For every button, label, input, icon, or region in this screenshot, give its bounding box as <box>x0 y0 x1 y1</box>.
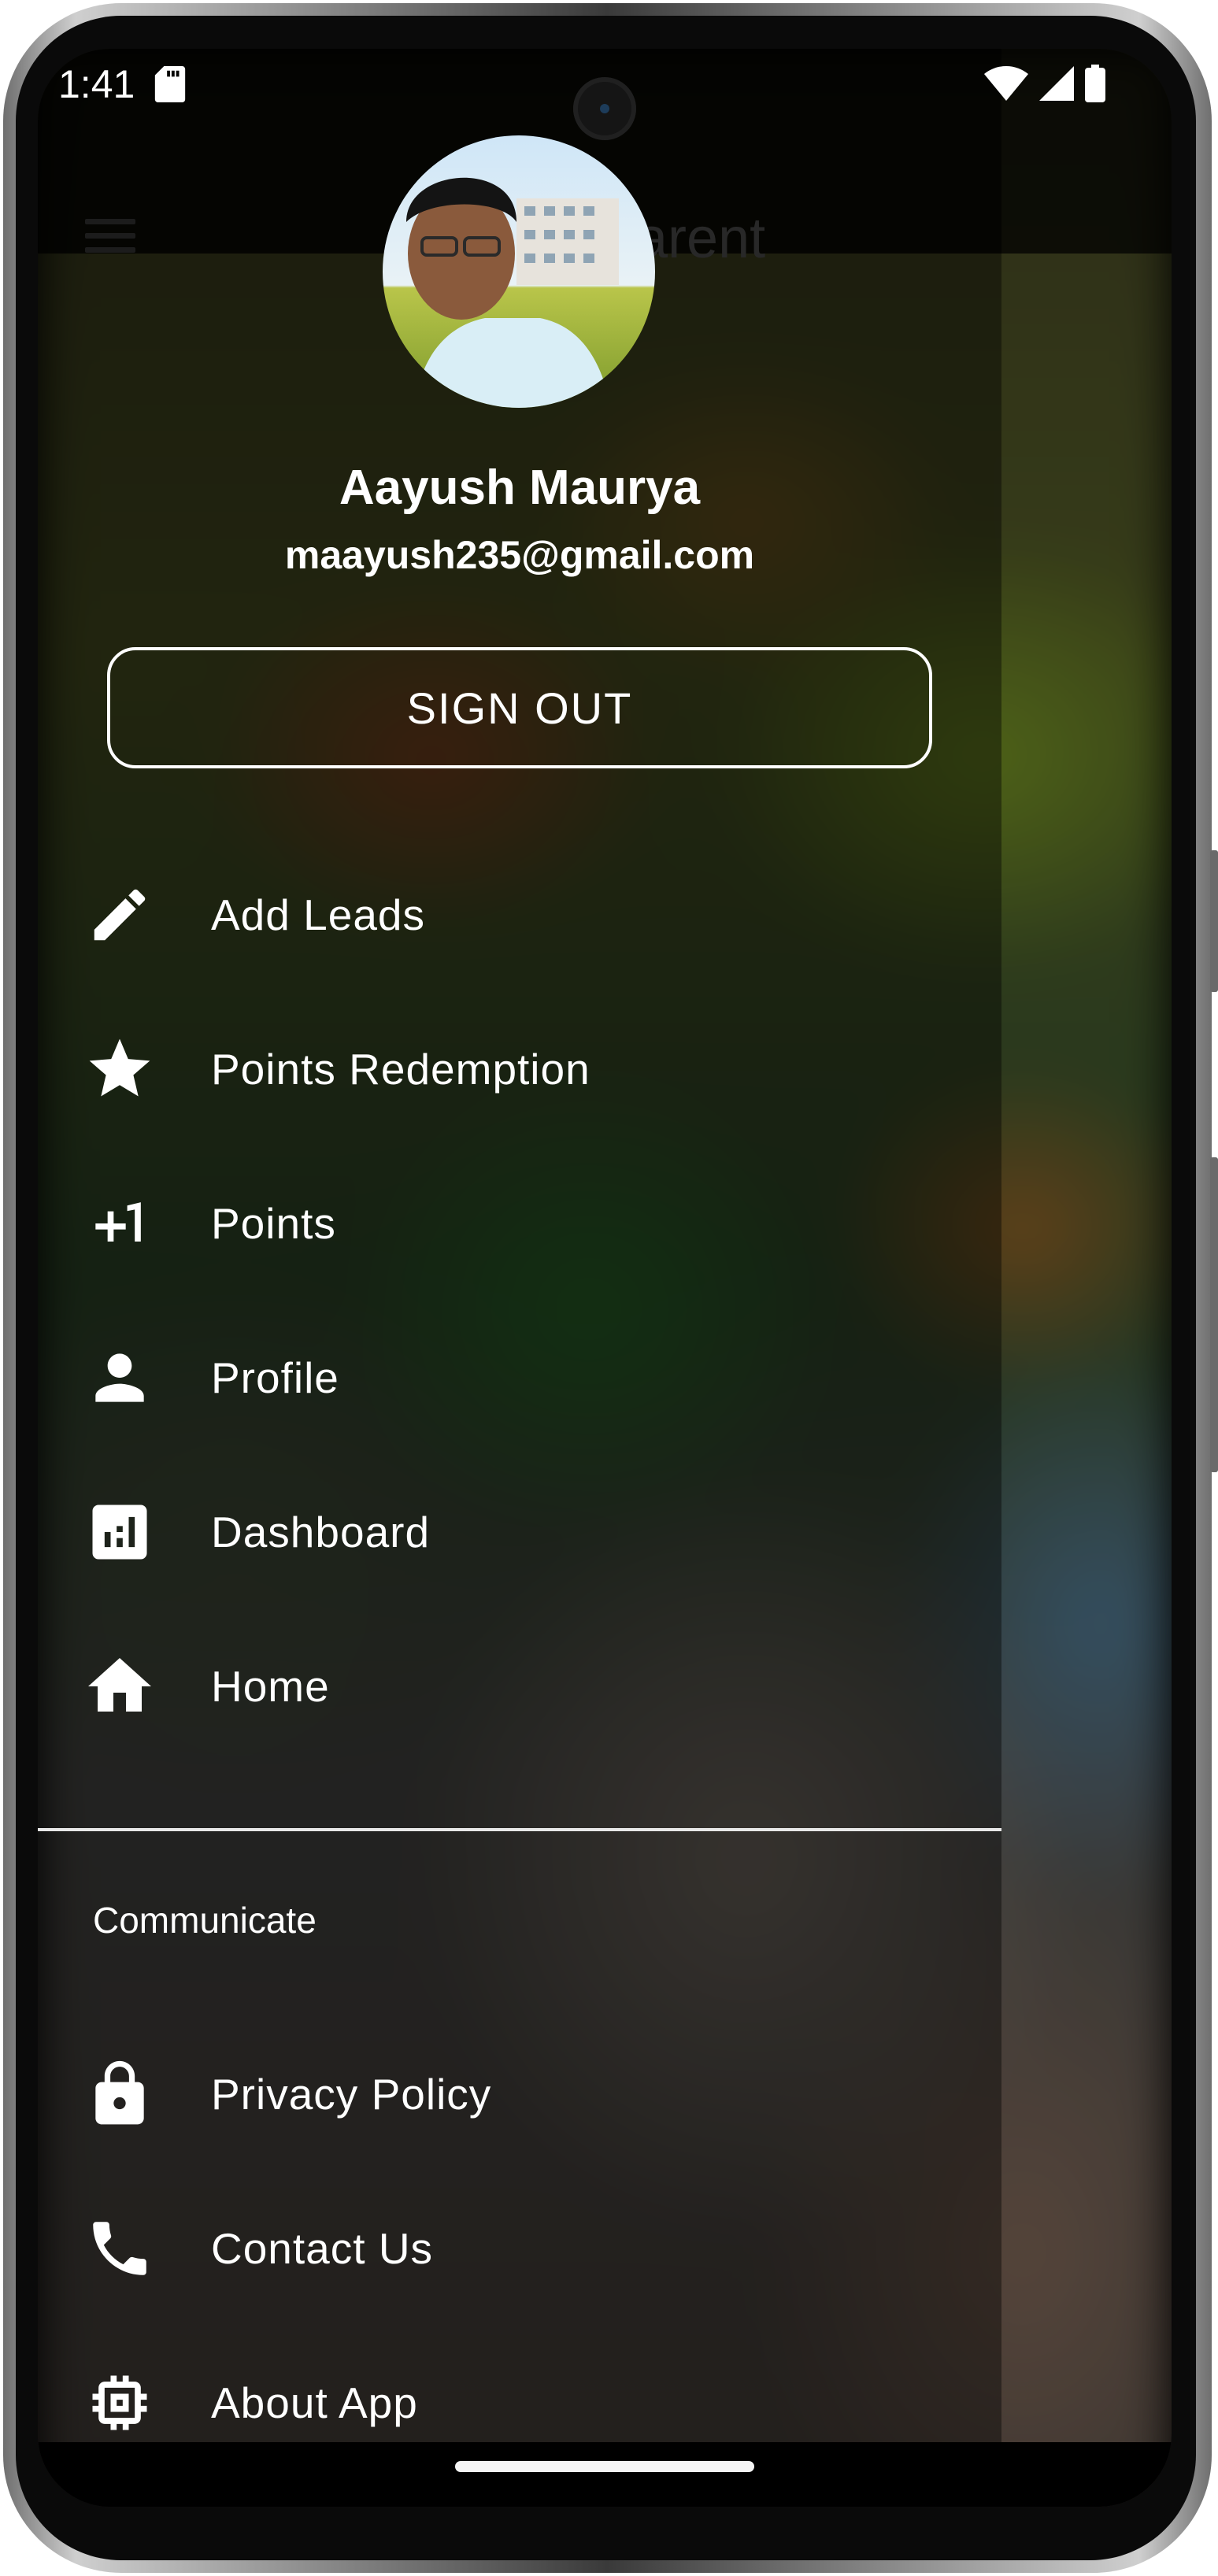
menu-item-add-leads[interactable]: Add Leads <box>38 852 1001 978</box>
section-title-communicate: Communicate <box>93 1900 317 1941</box>
screen: arent <box>38 49 1172 2507</box>
menu-item-label: Profile <box>211 1353 339 1402</box>
person-icon <box>82 1340 157 1416</box>
power-button <box>1210 1157 1218 1472</box>
sd-card-icon <box>154 66 186 106</box>
plus-one-icon <box>82 1186 157 1261</box>
sign-out-button[interactable]: SIGN OUT <box>107 647 932 768</box>
menu-item-label: Home <box>211 1662 330 1711</box>
menu-item-home[interactable]: Home <box>38 1623 1001 1749</box>
wifi-icon <box>984 66 1028 105</box>
front-camera <box>573 77 636 140</box>
menu-item-points[interactable]: Points <box>38 1160 1001 1286</box>
status-bar: 1:41 <box>38 49 1172 143</box>
menu-item-label: Privacy Policy <box>211 2070 492 2119</box>
lock-icon <box>82 2056 157 2132</box>
menu-item-profile[interactable]: Profile <box>38 1315 1001 1441</box>
phone-icon <box>82 2211 157 2286</box>
pencil-icon <box>82 877 157 953</box>
menu-item-label: Add Leads <box>211 890 425 939</box>
star-icon <box>82 1031 157 1107</box>
navigation-drawer: Aayush Maurya maayush235@gmail.com SIGN … <box>38 49 1001 2507</box>
navigation-bar <box>38 2442 1172 2507</box>
menu-item-label: About App <box>211 2378 418 2427</box>
divider <box>38 1828 1001 1831</box>
menu-item-privacy-policy[interactable]: Privacy Policy <box>38 2031 1001 2157</box>
home-gesture-handle[interactable] <box>455 2461 754 2472</box>
chip-icon <box>82 2365 157 2441</box>
menu-item-label: Dashboard <box>211 1508 431 1556</box>
battery-icon <box>1085 65 1105 106</box>
phone-frame: arent <box>0 0 1218 2576</box>
dashboard-icon <box>82 1494 157 1570</box>
user-name: Aayush Maurya <box>339 461 701 515</box>
home-icon <box>82 1649 157 1724</box>
scrim[interactable] <box>1001 254 1172 2489</box>
cellular-signal-icon <box>1039 66 1074 105</box>
menu-item-label: Points Redemption <box>211 1045 590 1094</box>
menu-item-label: Contact Us <box>211 2224 434 2273</box>
volume-button <box>1210 850 1218 992</box>
menu-item-label: Points <box>211 1199 336 1248</box>
menu-item-contact-us[interactable]: Contact Us <box>38 2186 1001 2311</box>
status-icons <box>984 65 1105 106</box>
menu-item-dashboard[interactable]: Dashboard <box>38 1469 1001 1595</box>
status-time: 1:41 <box>58 62 135 106</box>
user-email: maayush235@gmail.com <box>284 533 755 577</box>
avatar <box>383 135 655 408</box>
menu-item-points-redemption[interactable]: Points Redemption <box>38 1006 1001 1132</box>
